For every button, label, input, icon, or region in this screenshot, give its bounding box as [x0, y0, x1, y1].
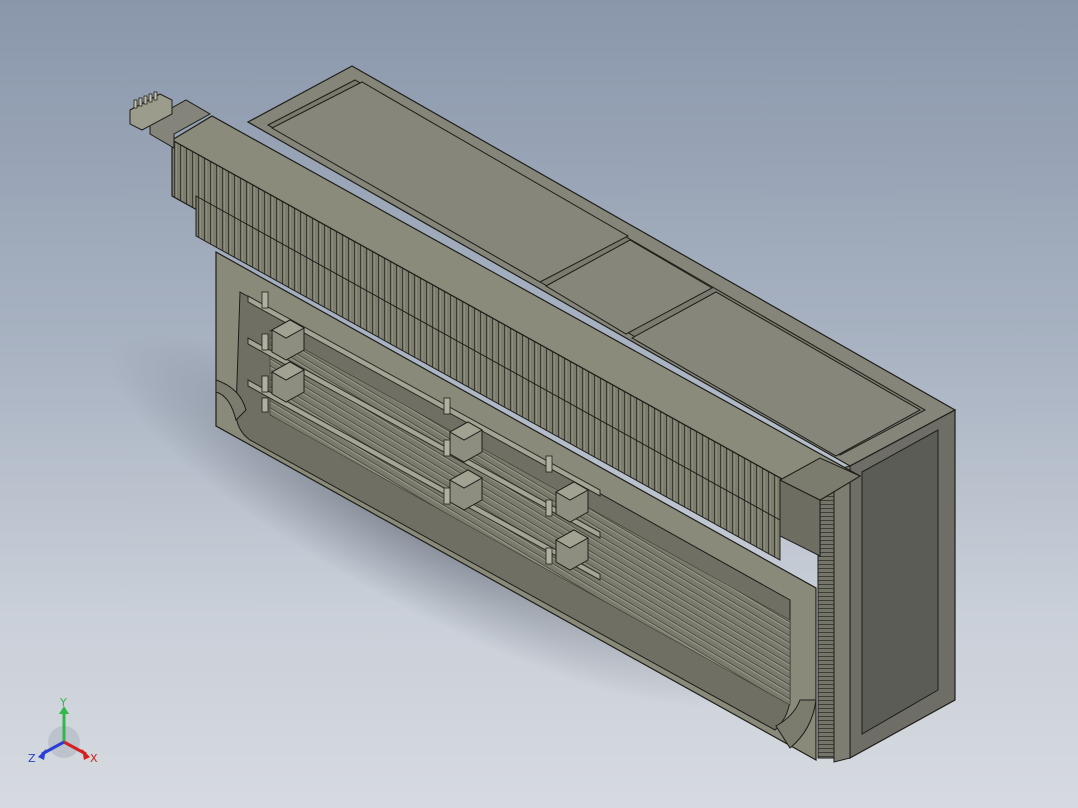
heatsink-assembly-model[interactable]: [0, 0, 1078, 808]
orientation-triad[interactable]: Y X Z: [26, 696, 106, 768]
x-arrow-icon: [82, 749, 90, 760]
z-arrow-icon: [38, 749, 46, 760]
z-axis-label: Z: [28, 752, 36, 765]
enclosure-end-rim: [833, 465, 851, 763]
enclosure-end-recess: [861, 429, 939, 735]
y-axis-label: Y: [59, 696, 67, 709]
3d-viewport[interactable]: Y X Z: [0, 0, 1078, 808]
x-axis-label: X: [90, 752, 98, 765]
